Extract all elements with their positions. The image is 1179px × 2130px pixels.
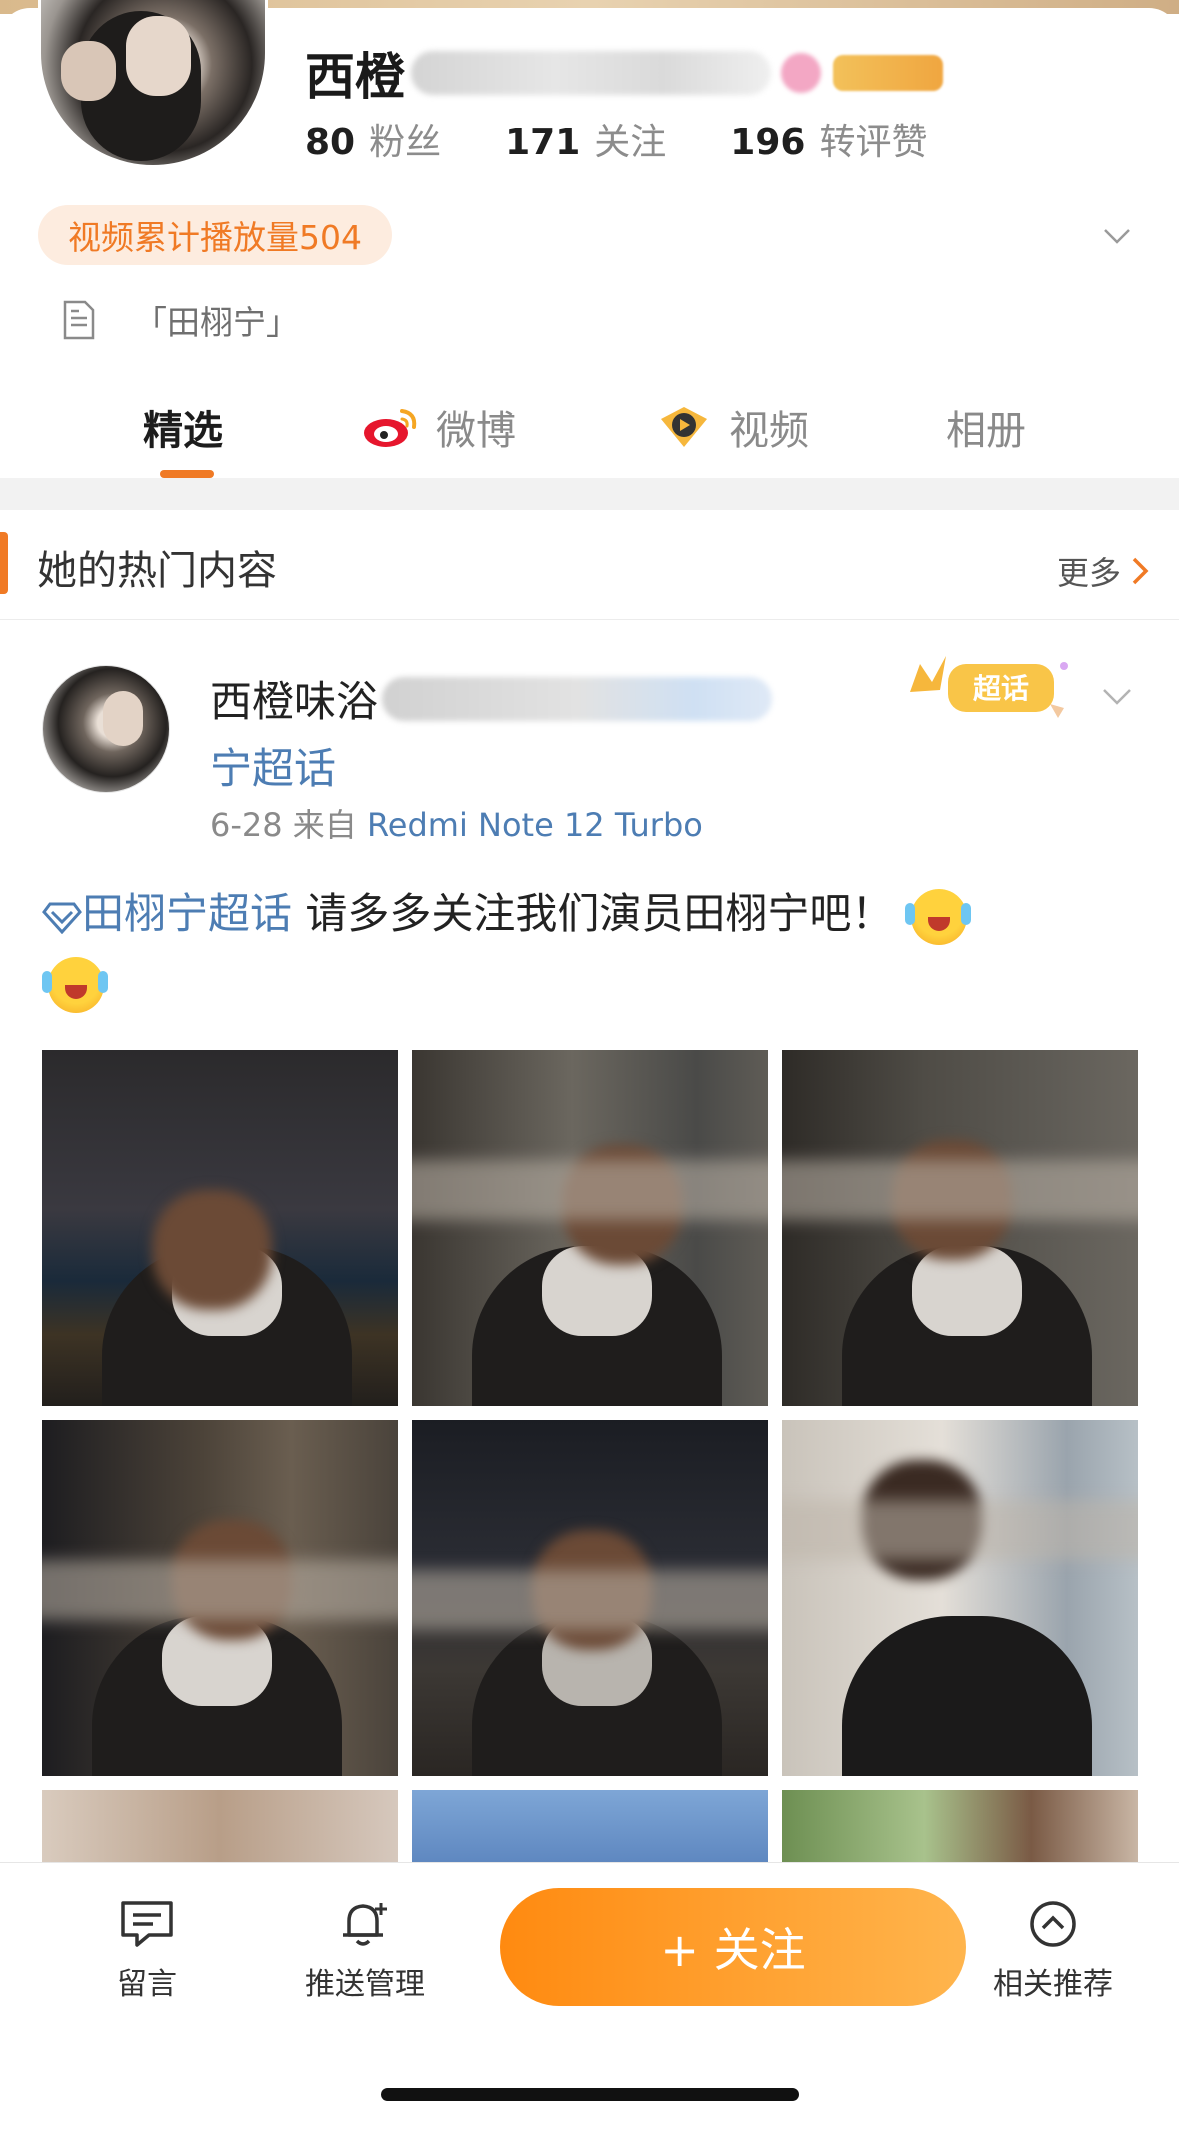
- related-recommend-button[interactable]: 相关推荐: [983, 1899, 1123, 2003]
- tab-label: 视频: [729, 408, 809, 454]
- stat-label: 粉丝: [369, 122, 442, 163]
- message-button[interactable]: 留言: [77, 1899, 217, 2003]
- post-options-chevron-icon[interactable]: [1100, 678, 1134, 712]
- post-image[interactable]: [412, 1790, 768, 1866]
- bell-plus-icon: [343, 1903, 387, 1946]
- more-label: 更多: [1056, 554, 1121, 592]
- chevron-down-icon[interactable]: [1102, 220, 1132, 250]
- bio-row: 「田栩宁」: [62, 296, 299, 344]
- tab-featured[interactable]: 精选: [143, 398, 223, 456]
- post-author-blurred: [382, 676, 773, 721]
- bottom-action-bar: 留言 推送管理 + 关注 相关推荐: [0, 1862, 1179, 2130]
- profile-tabs: 精选 微博 视频 相册: [0, 388, 1179, 483]
- stat-label: 转评赞: [819, 122, 928, 163]
- section-divider: [0, 478, 1179, 510]
- tab-label: 相册: [946, 408, 1026, 454]
- chevron-right-icon: [1132, 557, 1149, 585]
- username-blurred: [411, 51, 771, 95]
- post-image[interactable]: [42, 1790, 398, 1866]
- tab-album[interactable]: 相册: [946, 398, 1026, 456]
- profile-avatar[interactable]: [38, 0, 268, 168]
- post-image[interactable]: [412, 1420, 768, 1776]
- related-recommend-label: 相关推荐: [993, 1967, 1113, 2002]
- home-indicator: [381, 2088, 799, 2101]
- supertopic-badge-icon: 超话: [910, 656, 1068, 718]
- weibo-icon: [364, 409, 417, 447]
- post-image[interactable]: [782, 1790, 1138, 1866]
- username-row: 西橙: [305, 43, 943, 106]
- post-source-label: 来自: [292, 806, 357, 844]
- message-label: 留言: [117, 1967, 177, 2002]
- vip-badge-icon[interactable]: [833, 55, 943, 91]
- post-image[interactable]: [412, 1050, 768, 1406]
- post-device[interactable]: Redmi Note 12 Turbo: [367, 806, 703, 844]
- stat-interactions[interactable]: 196 转评赞: [730, 113, 927, 165]
- push-settings-label: 推送管理: [305, 1967, 425, 2002]
- stat-following[interactable]: 171 关注: [505, 113, 666, 165]
- chevron-up-circle-icon: [1030, 1901, 1076, 1947]
- supertopic-link[interactable]: 宁超话: [210, 735, 336, 796]
- post-image[interactable]: [782, 1050, 1138, 1406]
- post-body: 田栩宁超话 请多多关注我们演员田栩宁吧！: [42, 880, 1142, 1016]
- stat-number: 171: [505, 122, 581, 163]
- post-author-row: 西橙味浴: [210, 668, 773, 729]
- more-link[interactable]: 更多: [1057, 548, 1149, 594]
- crying-laugh-emoji-icon: [905, 888, 968, 945]
- profile-stats: 80 粉丝 171 关注 196 转评赞: [305, 113, 991, 165]
- tab-label: 微博: [436, 408, 516, 454]
- post-author-name[interactable]: 西橙味浴: [210, 668, 378, 729]
- stat-number: 196: [730, 122, 806, 163]
- post-meta: 6-28 来自 Redmi Note 12 Turbo: [210, 800, 703, 846]
- member-icon: [781, 53, 821, 93]
- tab-label: 精选: [143, 408, 223, 454]
- stat-fans[interactable]: 80 粉丝: [305, 113, 441, 165]
- stat-number: 80: [305, 122, 356, 163]
- tab-weibo[interactable]: 微博: [362, 398, 516, 456]
- document-icon: [63, 300, 95, 340]
- supertopic-badge-label: 超话: [973, 672, 1029, 705]
- bio-text: 「田栩宁」: [134, 303, 299, 342]
- username: 西橙: [305, 48, 405, 106]
- crying-laugh-emoji-icon: [42, 956, 104, 1013]
- push-settings-button[interactable]: 推送管理: [295, 1899, 435, 2003]
- section-title: 她的热门内容: [37, 548, 277, 594]
- stat-label: 关注: [594, 122, 667, 163]
- post-author-avatar[interactable]: [42, 665, 170, 793]
- hot-content-header: 她的热门内容 更多: [0, 510, 1179, 620]
- message-icon: [121, 1901, 173, 1947]
- post-date: 6-28: [210, 806, 283, 844]
- post-image[interactable]: [42, 1420, 398, 1776]
- post-text: 请多多关注我们演员田栩宁吧！: [292, 889, 894, 938]
- video-play-count-badge[interactable]: 视频累计播放量504: [38, 205, 392, 265]
- topic-link[interactable]: 田栩宁超话: [82, 889, 292, 938]
- post-image[interactable]: [782, 1420, 1138, 1776]
- profile-header: 西橙 80 粉丝 171 关注 196 转评赞 视频累计播放量504 「田栩宁」: [0, 0, 1179, 478]
- section-accent-bar: [0, 532, 8, 594]
- active-tab-indicator: [160, 470, 214, 478]
- follow-button[interactable]: + 关注: [500, 1888, 966, 2006]
- post-image[interactable]: [42, 1050, 398, 1406]
- supertopic-diamond-icon: [42, 902, 82, 934]
- tab-video[interactable]: 视频: [655, 398, 809, 456]
- video-icon: [661, 407, 707, 447]
